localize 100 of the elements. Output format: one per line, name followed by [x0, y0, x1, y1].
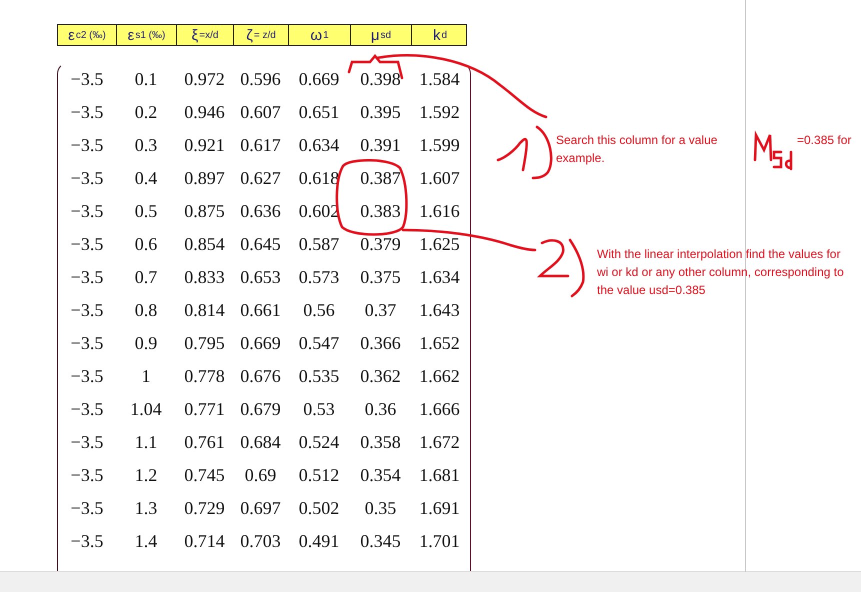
- table-cell-text: 0.35: [364, 498, 398, 519]
- table-cell-text: 1.681: [418, 465, 461, 486]
- table-cell-text: −3.5: [70, 399, 104, 420]
- table-cell-text: 1.701: [418, 531, 461, 552]
- table-cell-text: 1.04: [129, 399, 163, 420]
- table-cell-text: 1.616: [418, 201, 461, 222]
- table-cell-text: 0.56: [302, 300, 336, 321]
- table-cell-text: 1.666: [418, 399, 461, 420]
- table-cell-text: 0.391: [359, 135, 402, 156]
- table-cell-text: 0.814: [183, 300, 226, 321]
- table-cell-text: −3.5: [70, 135, 104, 156]
- table-cell-text: 0.661: [239, 300, 282, 321]
- table-cell-text: 0.387: [359, 168, 402, 189]
- table-cell-text: 0.1: [134, 69, 158, 90]
- table-cell-text: 0.946: [183, 102, 226, 123]
- table-cell-text: 0.617: [239, 135, 282, 156]
- table-cell-text: 0.3: [134, 135, 158, 156]
- table-cell-text: −3.5: [70, 267, 104, 288]
- table-cell-text: 0.36: [364, 399, 398, 420]
- table-cell-text: 0.897: [183, 168, 226, 189]
- annotation-text: =0.385 for: [797, 132, 852, 149]
- table-cell-text: 1.1: [134, 432, 158, 453]
- table-cell-text: 0.669: [239, 333, 282, 354]
- table-cell-text: 0.684: [239, 432, 282, 453]
- table-cell-text: 1.607: [418, 168, 461, 189]
- table-cell-text: 0.972: [183, 69, 226, 90]
- table-cell-text: −3.5: [70, 69, 104, 90]
- table-cell-text: 0.535: [298, 366, 340, 387]
- table-cell-text: 0.795: [183, 333, 226, 354]
- table-cell-text: 0.607: [239, 102, 282, 123]
- table-cell-text: 0.8: [134, 300, 158, 321]
- table-cell-text: 0.9: [134, 333, 158, 354]
- table-cell-text: 0.37: [364, 300, 398, 321]
- table-cell-text: 0.833: [183, 267, 226, 288]
- table-cell-text: 0.651: [298, 102, 340, 123]
- table-cell-text: 0.362: [359, 366, 402, 387]
- table-cell-text: −3.5: [70, 531, 104, 552]
- step-one-drawing: [496, 126, 552, 180]
- table-cell-text: 0.697: [239, 498, 282, 519]
- table-cell-text: 0.875: [183, 201, 226, 222]
- table-cell-text: 1.599: [418, 135, 461, 156]
- table-cell-text: 0.729: [183, 498, 226, 519]
- table-cell-text: 0.636: [239, 201, 282, 222]
- table-cell-text: 1.634: [418, 267, 461, 288]
- table-cell-text: 0.854: [183, 234, 226, 255]
- table-cell-text: −3.5: [70, 102, 104, 123]
- table-cell-text: 0.653: [239, 267, 282, 288]
- table-cell-text: 0.703: [239, 531, 282, 552]
- table-cell-text: 1.672: [418, 432, 461, 453]
- table-cell-text: 0.354: [359, 465, 402, 486]
- table-cell-text: 0.69: [244, 465, 278, 486]
- table-cell-text: 0.761: [183, 432, 226, 453]
- table-cell-text: 0.778: [183, 366, 226, 387]
- table-cell-text: 0.547: [298, 333, 340, 354]
- annotation-text: With the linear interpolation find the values for wi or kd or any other column, corresponding to the value usd=0.385: [597, 246, 845, 299]
- table-cell-text: 0.358: [359, 432, 402, 453]
- table-cell-text: 1.643: [418, 300, 461, 321]
- table-cell-text: 0.573: [298, 267, 340, 288]
- table-cell-text: 0.645: [239, 234, 282, 255]
- table-cell-text: 1.691: [418, 498, 461, 519]
- table-cell-text: 0.921: [183, 135, 226, 156]
- table-cell-text: 1: [140, 366, 152, 387]
- table-cell-text: −3.5: [70, 333, 104, 354]
- table-cell-text: 0.2: [134, 102, 158, 123]
- handwritten-symbol-drawing: [754, 130, 792, 170]
- table-cell-text: 0.512: [298, 465, 340, 486]
- table-cell-text: 0.502: [298, 498, 340, 519]
- table-cell-text: 0.5: [134, 201, 158, 222]
- table-cell-text: 0.6: [134, 234, 158, 255]
- table-cell-text: 0.587: [298, 234, 340, 255]
- table-cell-text: −3.5: [70, 432, 104, 453]
- table-cell-text: −3.5: [70, 498, 104, 519]
- table-cell-text: 0.596: [239, 69, 282, 90]
- table-cell-text: −3.5: [70, 366, 104, 387]
- table-cell-text: 1.4: [134, 531, 158, 552]
- table-cell-text: 0.345: [359, 531, 402, 552]
- table-cell-text: 0.771: [183, 399, 226, 420]
- annotation-text: example.: [556, 150, 606, 167]
- table-cell-text: 1.652: [418, 333, 461, 354]
- table-cell-text: 0.379: [359, 234, 402, 255]
- table-cell-text: 0.679: [239, 399, 282, 420]
- table-cell-text: 0.4: [134, 168, 158, 189]
- table-cell-text: −3.5: [70, 234, 104, 255]
- table-cell-text: 0.366: [359, 333, 402, 354]
- table-cell-text: 0.491: [298, 531, 340, 552]
- table-cell-text: 0.669: [298, 69, 340, 90]
- table-cell-text: 0.745: [183, 465, 226, 486]
- table-cell-text: 1.2: [134, 465, 158, 486]
- table-cell-text: 0.383: [359, 201, 402, 222]
- table-cell-text: 0.7: [134, 267, 158, 288]
- table-cell-text: 0.398: [359, 69, 402, 90]
- table-cell-text: 1.592: [418, 102, 461, 123]
- table-cell-text: 0.395: [359, 102, 402, 123]
- table-cell-text: 0.53: [302, 399, 336, 420]
- table-cell-text: 0.714: [183, 531, 226, 552]
- table-cell-text: 0.676: [239, 366, 282, 387]
- step-two-drawing: [538, 238, 585, 298]
- table-cell-text: 0.524: [298, 432, 340, 453]
- table-cell-text: −3.5: [70, 300, 104, 321]
- table-cell-text: 1.662: [418, 366, 461, 387]
